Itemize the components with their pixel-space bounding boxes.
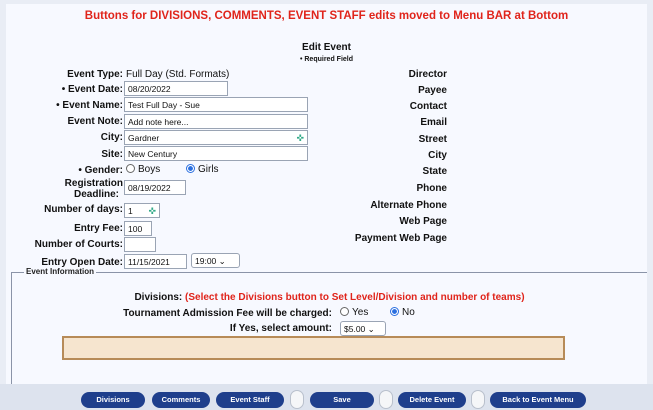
entry-open-time-select[interactable]: 19:00 ⌄ <box>191 253 240 268</box>
admission-fee-label: Tournament Admission Fee will be charged… <box>123 308 332 319</box>
state-label: State <box>422 166 447 177</box>
days-field[interactable]: 1 ✜ <box>124 203 160 218</box>
edit-event-page: Buttons for DIVISIONS, COMMENTS, EVENT S… <box>6 4 647 384</box>
event-name-field[interactable]: Test Full Day - Sue <box>124 97 308 112</box>
city-contact-label: City <box>428 150 447 161</box>
payment-web-page-label: Payment Web Page <box>354 233 447 244</box>
days-label: Number of days: <box>44 204 123 215</box>
event-note-field[interactable]: Add note here... <box>124 114 308 129</box>
spacer-button <box>471 390 485 409</box>
radio-admission-yes[interactable] <box>340 307 349 316</box>
deadline-label: Deadline: <box>73 189 119 200</box>
city-picker-icon[interactable]: ✜ <box>296 133 304 143</box>
back-to-event-menu-button[interactable]: Back to Event Menu <box>490 392 586 408</box>
payee-label: Payee <box>418 85 447 96</box>
comments-button[interactable]: Comments <box>152 392 210 408</box>
alternate-phone-label: Alternate Phone <box>370 200 447 211</box>
gender-boys-option[interactable]: Boys <box>126 164 160 175</box>
entry-fee-label: Entry Fee: <box>74 223 123 234</box>
admission-no-option[interactable]: No <box>390 307 415 318</box>
notice-banner: Buttons for DIVISIONS, COMMENTS, EVENT S… <box>84 10 569 22</box>
event-date-label: • Event Date: <box>61 84 123 95</box>
city-field[interactable]: Gardner ✜ <box>124 130 308 145</box>
divisions-instruction: (Select the Divisions button to Set Leve… <box>185 292 525 303</box>
divisions-label: Divisions: <box>134 292 183 303</box>
page-title: Edit Event <box>302 42 351 53</box>
event-note-label: Event Note: <box>67 116 123 127</box>
amount-label: If Yes, select amount: <box>229 323 332 334</box>
phone-label: Phone <box>416 183 447 194</box>
admission-yes-option[interactable]: Yes <box>340 307 368 318</box>
event-name-label: • Event Name: <box>56 100 123 111</box>
chevron-down-icon: ⌄ <box>367 324 375 334</box>
entry-open-date-field[interactable]: 11/15/2021 <box>124 254 187 269</box>
notes-box[interactable] <box>62 336 565 360</box>
delete-event-button[interactable]: Delete Event <box>398 392 466 408</box>
spacer-button <box>290 390 304 409</box>
director-label: Director <box>408 69 447 80</box>
divisions-message: Divisions: (Select the Divisions button … <box>12 292 647 303</box>
email-label: Email <box>420 117 447 128</box>
registration-label: Registration <box>64 178 123 189</box>
event-staff-button[interactable]: Event Staff <box>216 392 284 408</box>
event-information-section: Event Information Divisions: (Select the… <box>11 267 647 384</box>
registration-deadline-field[interactable]: 08/19/2022 <box>124 180 186 195</box>
event-type-value: Full Day (Std. Formats) <box>126 69 230 80</box>
event-type-label: Event Type: <box>67 69 123 80</box>
entry-fee-field[interactable]: 100 <box>124 221 152 236</box>
bottom-menu-bar: Divisions Comments Event Staff Save Dele… <box>0 384 653 410</box>
city-label: City: <box>100 132 123 143</box>
radio-admission-no[interactable] <box>390 307 399 316</box>
save-button[interactable]: Save <box>310 392 374 408</box>
courts-field[interactable] <box>124 237 156 252</box>
radio-boys[interactable] <box>126 164 135 173</box>
city-value: Gardner <box>128 133 160 143</box>
site-field[interactable]: New Century <box>124 146 308 161</box>
radio-girls[interactable] <box>186 164 195 173</box>
divisions-button[interactable]: Divisions <box>81 392 145 408</box>
gender-label: • Gender: <box>78 165 123 176</box>
courts-label: Number of Courts: <box>34 239 123 250</box>
site-label: Site: <box>101 149 123 160</box>
chevron-down-icon: ⌄ <box>218 256 226 266</box>
event-date-field[interactable]: 08/20/2022 <box>124 81 228 96</box>
days-value: 1 <box>128 206 133 216</box>
street-label: Street <box>418 134 447 145</box>
required-field-note: • Required Field <box>299 56 353 63</box>
gender-girls-option[interactable]: Girls <box>186 164 219 175</box>
contact-label: Contact <box>409 101 447 112</box>
web-page-label: Web Page <box>399 216 447 227</box>
amount-select[interactable]: $5.00 ⌄ <box>340 321 386 336</box>
event-information-legend: Event Information <box>24 267 97 276</box>
spacer-button <box>379 390 393 409</box>
days-picker-icon[interactable]: ✜ <box>148 206 156 216</box>
